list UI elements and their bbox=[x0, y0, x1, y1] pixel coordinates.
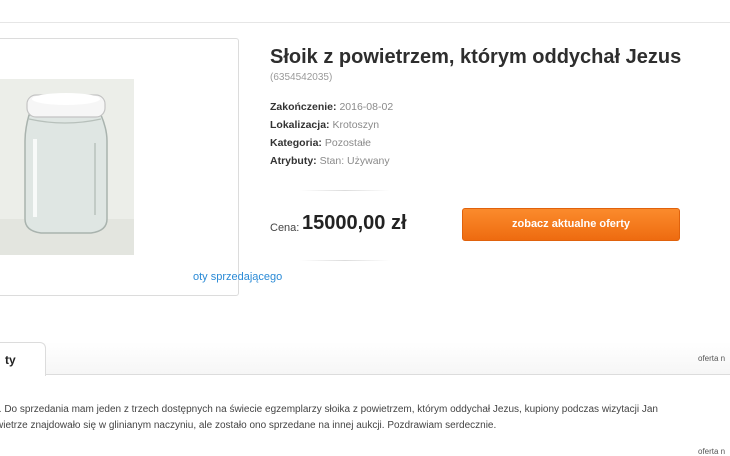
price-value: 15000,00 zł bbox=[302, 212, 407, 234]
description-text: t. Do sprzedania mam jeden z trzech dost… bbox=[0, 402, 730, 434]
photo-card: oty sprzedającego bbox=[0, 38, 282, 296]
divider-lower bbox=[300, 260, 390, 261]
footer-offer-number: oferta n bbox=[698, 447, 726, 456]
attr-value: 2016-08-02 bbox=[336, 101, 394, 113]
seller-photos-link[interactable]: oty sprzedającego bbox=[193, 271, 282, 283]
tabs-bar bbox=[0, 342, 730, 375]
attr-value: Pozostałe bbox=[321, 137, 371, 149]
attr-category: Kategoria: Pozostałe bbox=[270, 134, 393, 152]
attr-label: Kategoria: bbox=[270, 137, 322, 149]
attr-label: Zakończenie: bbox=[270, 101, 337, 113]
divider-upper bbox=[300, 190, 390, 191]
tab-description[interactable]: ty bbox=[0, 342, 46, 376]
listing-id: (6354542035) bbox=[270, 72, 333, 83]
jar-image bbox=[0, 79, 134, 255]
attr-value: Stan: Używany bbox=[316, 155, 390, 167]
attr-attributes: Atrybuty: Stan: Używany bbox=[270, 152, 393, 170]
description-line: t. Do sprzedania mam jeden z trzech dost… bbox=[0, 404, 658, 415]
product-photo[interactable] bbox=[0, 79, 134, 255]
attribute-list: Zakończenie: 2016-08-02 Lokalizacja: Kro… bbox=[270, 98, 393, 170]
attr-value: Krotoszyn bbox=[329, 119, 380, 131]
price-label: Cena: bbox=[270, 222, 300, 234]
attr-label: Lokalizacja: bbox=[270, 119, 330, 131]
attr-end-date: Zakończenie: 2016-08-02 bbox=[270, 98, 393, 116]
top-divider bbox=[0, 22, 730, 23]
listing-title: Słoik z powietrzem, którym oddychał Jezu… bbox=[270, 46, 682, 68]
attr-location: Lokalizacja: Krotoszyn bbox=[270, 116, 393, 134]
see-current-offers-button[interactable]: zobacz aktualne oferty bbox=[462, 208, 680, 241]
offer-number-label: oferta n bbox=[698, 354, 726, 363]
attr-label: Atrybuty: bbox=[270, 155, 317, 167]
description-line: wietrze znajdowało się w glinianym naczy… bbox=[0, 420, 497, 431]
